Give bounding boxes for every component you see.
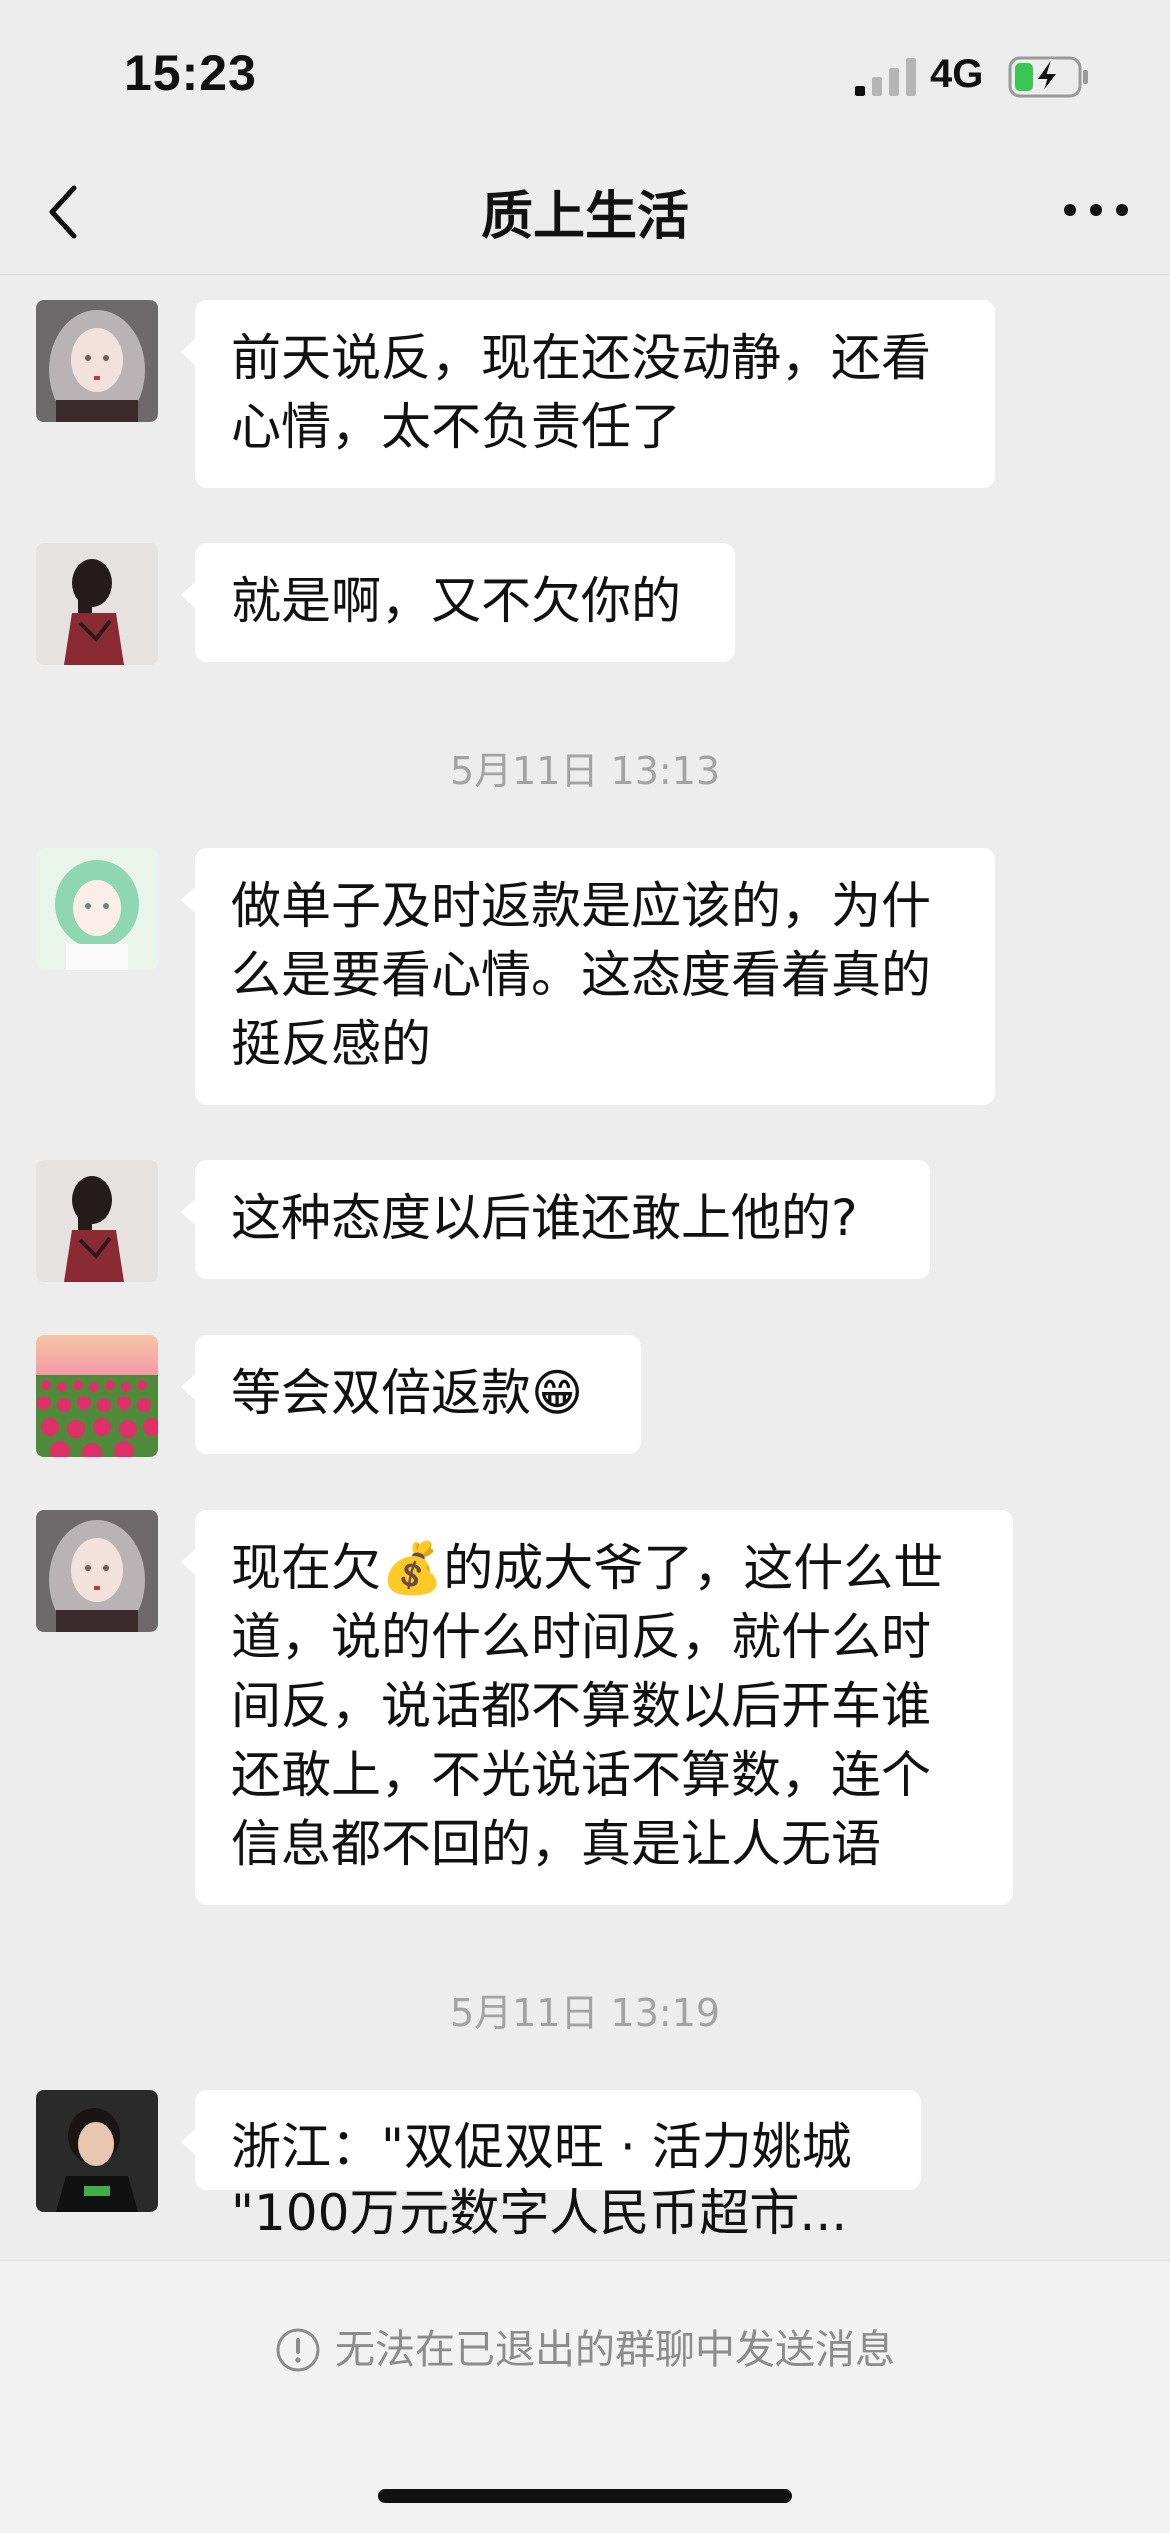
avatar-dark-hair-girl[interactable] bbox=[36, 543, 158, 665]
disabled-notice: 无法在已退出的群聊中发送消息 bbox=[0, 2317, 1170, 2375]
exclamation-circle-icon bbox=[276, 2328, 320, 2372]
chat-header: 质上生活 bbox=[0, 150, 1170, 275]
status-bar: 15:23 4G bbox=[0, 0, 1170, 150]
chat-title: 质上生活 bbox=[480, 187, 689, 247]
home-indicator bbox=[378, 2489, 792, 2503]
battery-charging-icon bbox=[1008, 56, 1088, 98]
message-bubble[interactable]: 现在欠💰的成大爷了，这什么世道，说的什么时间反，就什么时间反，说话都不算数以后开… bbox=[181, 1510, 1013, 1905]
shared-link-card[interactable]: 浙江："双促双旺 · 活力姚城 "100万元数字人民币超市... bbox=[181, 2090, 921, 2242]
avatar-young-man[interactable] bbox=[36, 2090, 158, 2212]
avatar-gray-hair-girl[interactable] bbox=[36, 300, 158, 422]
message-bubble[interactable]: 做单子及时返款是应该的，为什么是要看心情。这态度看着真的挺反感的 bbox=[181, 848, 995, 1105]
message-text: 现在欠💰的成大爷了，这什么世道，说的什么时间反，就什么时间反，说话都不算数以后开… bbox=[231, 1539, 944, 1873]
message-bubble[interactable]: 前天说反，现在还没动静，还看心情，太不负责任了 bbox=[181, 300, 995, 488]
message-bubble[interactable]: 就是啊，又不欠你的 bbox=[181, 543, 735, 662]
cellular-signal-icon bbox=[855, 58, 916, 96]
avatar-gray-hair-girl[interactable] bbox=[36, 1510, 158, 1632]
disabled-notice-text: 无法在已退出的群聊中发送消息 bbox=[335, 2327, 895, 2373]
link-title-line-2: "100万元数字人民币超市... bbox=[231, 2184, 848, 2242]
message-timestamp: 5月11日 13:13 bbox=[449, 749, 721, 793]
avatar-green-hair-anime[interactable] bbox=[36, 848, 158, 970]
message-text: 前天说反，现在还没动静，还看心情，太不负责任了 bbox=[231, 329, 931, 456]
input-disabled-bar: 无法在已退出的群聊中发送消息 bbox=[0, 2260, 1170, 2533]
message-list[interactable]: 前天说反，现在还没动静，还看心情，太不负责任了 就是啊，又不欠你的 5月11日 … bbox=[0, 275, 1170, 2260]
network-type: 4G bbox=[930, 52, 984, 96]
message-text: 做单子及时返款是应该的，为什么是要看心情。这态度看着真的挺反感的 bbox=[231, 877, 931, 1073]
message-bubble[interactable]: 等会双倍返款😁 bbox=[181, 1335, 641, 1454]
avatar-tulip-field[interactable] bbox=[36, 1335, 158, 1457]
message-timestamp: 5月11日 13:19 bbox=[449, 1991, 721, 2035]
more-dots-icon[interactable] bbox=[1062, 198, 1130, 222]
avatar-dark-hair-girl[interactable] bbox=[36, 1160, 158, 1282]
message-text: 这种态度以后谁还敢上他的? bbox=[231, 1189, 858, 1247]
message-text: 就是啊，又不欠你的 bbox=[231, 572, 681, 630]
message-text: 等会双倍返款😁 bbox=[231, 1364, 584, 1422]
status-time: 15:23 bbox=[124, 45, 257, 101]
message-bubble[interactable]: 这种态度以后谁还敢上他的? bbox=[181, 1160, 930, 1279]
link-title-line-1: 浙江："双促双旺 · 活力姚城 bbox=[231, 2118, 852, 2176]
